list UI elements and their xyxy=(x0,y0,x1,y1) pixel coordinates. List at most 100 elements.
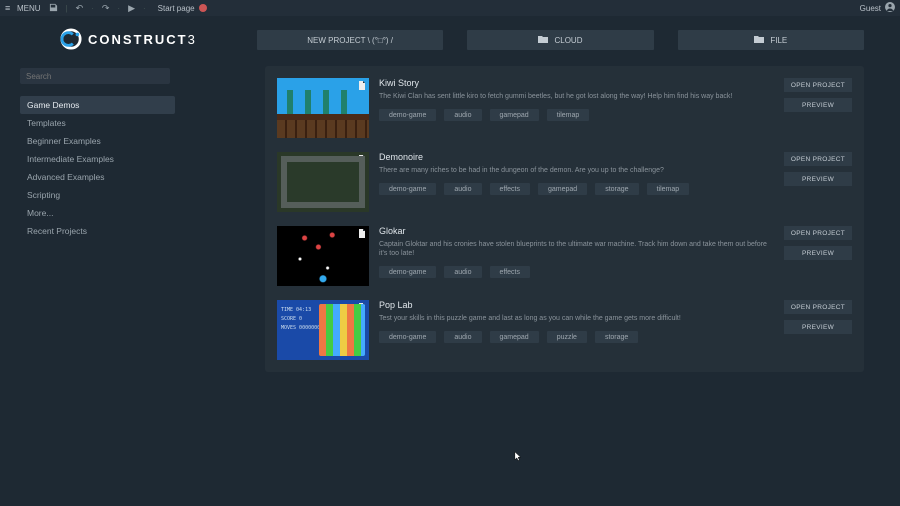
project-description: There are many riches to be had in the d… xyxy=(379,166,774,175)
tag[interactable]: tilemap xyxy=(647,183,690,195)
card-actions: OPEN PROJECT PREVIEW xyxy=(784,78,852,112)
open-project-button[interactable]: OPEN PROJECT xyxy=(784,152,852,166)
menu-button[interactable]: MENU xyxy=(5,3,41,13)
tab-start-page[interactable]: Start page xyxy=(154,1,211,15)
separator: | xyxy=(66,4,68,13)
play-icon[interactable]: ▶ xyxy=(128,3,135,14)
file-label: FILE xyxy=(770,36,787,45)
project-thumbnail[interactable] xyxy=(277,152,369,212)
hamburger-icon xyxy=(5,3,14,13)
tag[interactable]: demo-game xyxy=(379,331,436,343)
cloud-label: CLOUD xyxy=(554,36,582,45)
user-icon[interactable] xyxy=(885,2,895,14)
tag[interactable]: gamepad xyxy=(490,109,539,121)
sidebar: CONSTRUCT3 Game DemosTemplatesBeginner E… xyxy=(0,16,225,506)
save-icon[interactable] xyxy=(49,3,58,14)
file-button[interactable]: FILE xyxy=(678,30,864,50)
search-input[interactable] xyxy=(20,68,170,84)
tag[interactable]: puzzle xyxy=(547,331,587,343)
tag-row: demo-game audio effects xyxy=(379,266,774,278)
tag[interactable]: demo-game xyxy=(379,266,436,278)
redo-icon[interactable]: ↷ xyxy=(102,3,110,14)
project-card: Pop Lab Test your skills in this puzzle g… xyxy=(277,300,852,360)
card-actions: OPEN PROJECT PREVIEW xyxy=(784,152,852,186)
folder-icon xyxy=(754,35,764,45)
open-project-button[interactable]: OPEN PROJECT xyxy=(784,78,852,92)
cloud-button[interactable]: CLOUD xyxy=(467,30,653,50)
sidebar-item[interactable]: Scripting xyxy=(20,186,175,204)
preview-button[interactable]: PREVIEW xyxy=(784,98,852,112)
separator: · xyxy=(91,4,94,13)
file-icon xyxy=(357,228,367,238)
sidebar-item[interactable]: Templates xyxy=(20,114,175,132)
logo: CONSTRUCT3 xyxy=(28,28,215,50)
tag[interactable]: demo-game xyxy=(379,109,436,121)
open-project-button[interactable]: OPEN PROJECT xyxy=(784,226,852,240)
sidebar-nav: Game DemosTemplatesBeginner ExamplesInte… xyxy=(20,96,175,240)
preview-button[interactable]: PREVIEW xyxy=(784,320,852,334)
tag[interactable]: storage xyxy=(595,183,638,195)
tag-row: demo-game audio gamepad tilemap xyxy=(379,109,774,121)
user-label: Guest xyxy=(860,4,881,13)
folder-icon xyxy=(538,35,548,45)
card-actions: OPEN PROJECT PREVIEW xyxy=(784,300,852,334)
card-body: Kiwi Story The Kiwi Clan has sent little … xyxy=(379,78,774,121)
logo-version: 3 xyxy=(188,32,197,47)
logo-icon xyxy=(60,28,82,50)
preview-button[interactable]: PREVIEW xyxy=(784,246,852,260)
logo-word: CONSTRUCT xyxy=(88,32,188,47)
tag[interactable]: storage xyxy=(595,331,638,343)
sidebar-item[interactable]: Beginner Examples xyxy=(20,132,175,150)
project-card: Kiwi Story The Kiwi Clan has sent little … xyxy=(277,78,852,138)
project-description: The Kiwi Clan has sent little kiro to fe… xyxy=(379,92,774,101)
project-thumbnail[interactable] xyxy=(277,226,369,286)
project-description: Captain Gloktar and his cronies have sto… xyxy=(379,240,774,258)
card-body: Pop Lab Test your skills in this puzzle g… xyxy=(379,300,774,343)
sidebar-item[interactable]: Intermediate Examples xyxy=(20,150,175,168)
project-description: Test your skills in this puzzle game and… xyxy=(379,314,774,323)
sidebar-item[interactable]: Recent Projects xyxy=(20,222,175,240)
toolbar-left: MENU | ↶ · ↷ · ▶ · Start page xyxy=(5,1,852,15)
tag[interactable]: audio xyxy=(444,266,481,278)
separator: · xyxy=(143,4,146,13)
main: NEW PROJECT \ (°□°) / CLOUD FILE Kiwi St… xyxy=(225,16,900,506)
card-body: Demonoire There are many riches to be had… xyxy=(379,152,774,195)
project-title: Demonoire xyxy=(379,152,774,162)
tag[interactable]: effects xyxy=(490,183,531,195)
tag-row: demo-game audio gamepad puzzle storage xyxy=(379,331,774,343)
menu-label: MENU xyxy=(17,4,41,13)
toolbar-right: Guest xyxy=(860,2,895,14)
sidebar-item[interactable]: Game Demos xyxy=(20,96,175,114)
sidebar-item[interactable]: More... xyxy=(20,204,175,222)
tag[interactable]: audio xyxy=(444,331,481,343)
tab-label: Start page xyxy=(158,4,195,13)
open-project-button[interactable]: OPEN PROJECT xyxy=(784,300,852,314)
tag[interactable]: demo-game xyxy=(379,183,436,195)
project-thumbnail[interactable] xyxy=(277,300,369,360)
title-bar: MENU | ↶ · ↷ · ▶ · Start page Guest xyxy=(0,0,900,16)
project-title: Kiwi Story xyxy=(379,78,774,88)
new-project-label: NEW PROJECT \ (°□°) / xyxy=(307,36,393,45)
tag[interactable]: audio xyxy=(444,183,481,195)
preview-button[interactable]: PREVIEW xyxy=(784,172,852,186)
project-title: Pop Lab xyxy=(379,300,774,310)
tag[interactable]: tilemap xyxy=(547,109,590,121)
sidebar-item[interactable]: Advanced Examples xyxy=(20,168,175,186)
logo-text: CONSTRUCT3 xyxy=(88,32,197,47)
tag[interactable]: audio xyxy=(444,109,481,121)
project-card: Demonoire There are many riches to be had… xyxy=(277,152,852,212)
tag[interactable]: effects xyxy=(490,266,531,278)
project-thumbnail[interactable] xyxy=(277,78,369,138)
tag-row: demo-game audio effects gamepad storage tilem… xyxy=(379,183,774,195)
project-title: Glokar xyxy=(379,226,774,236)
close-icon[interactable] xyxy=(199,4,207,12)
project-list: Kiwi Story The Kiwi Clan has sent little … xyxy=(265,66,864,372)
tag[interactable]: gamepad xyxy=(490,331,539,343)
content: CONSTRUCT3 Game DemosTemplatesBeginner E… xyxy=(0,16,900,506)
card-body: Glokar Captain Gloktar and his cronies ha… xyxy=(379,226,774,278)
new-project-button[interactable]: NEW PROJECT \ (°□°) / xyxy=(257,30,443,50)
undo-icon[interactable]: ↶ xyxy=(76,3,84,14)
project-card: Glokar Captain Gloktar and his cronies ha… xyxy=(277,226,852,286)
tag[interactable]: gamepad xyxy=(538,183,587,195)
action-row: NEW PROJECT \ (°□°) / CLOUD FILE xyxy=(257,30,864,50)
